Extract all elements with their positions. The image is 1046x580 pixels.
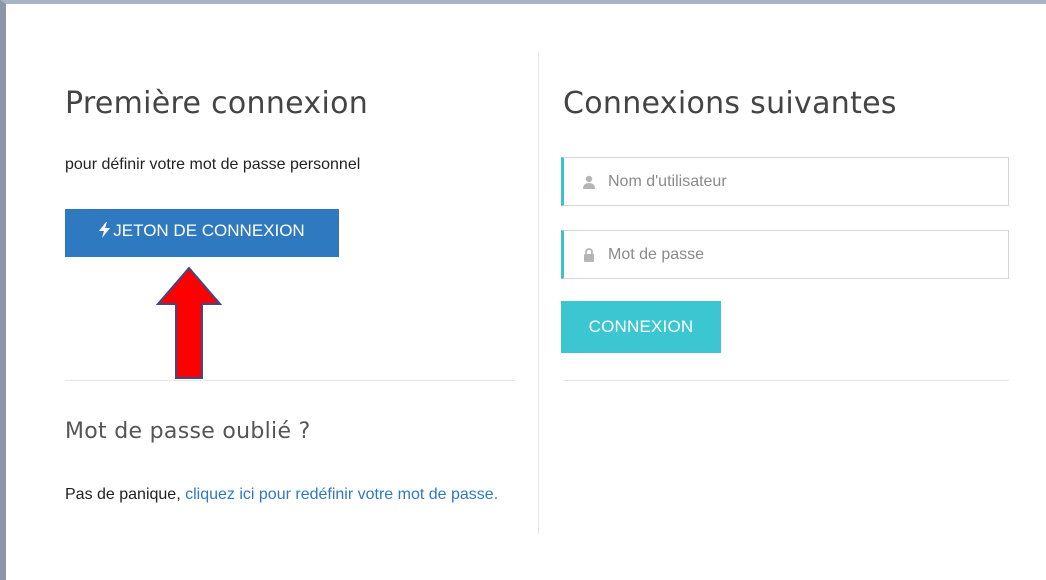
forgot-password-title: Mot de passe oublié ?	[65, 419, 311, 444]
login-page: Première connexion pour définir votre mo…	[0, 0, 1046, 580]
password-field[interactable]	[561, 230, 1009, 279]
forgot-password-prefix: Pas de panique,	[65, 486, 186, 503]
red-up-arrow-annotation	[156, 266, 222, 379]
first-login-subtitle: pour définir votre mot de passe personne…	[65, 156, 361, 173]
next-logins-title: Connexions suivantes	[563, 86, 897, 121]
reset-password-link[interactable]: cliquez ici pour redéfinir votre mot de …	[185, 486, 498, 503]
login-token-label: JETON DE CONNEXION	[113, 221, 305, 240]
lock-icon	[582, 247, 596, 262]
right-divider	[563, 380, 1009, 381]
user-icon	[582, 175, 596, 189]
login-token-button[interactable]: JETON DE CONNEXION	[65, 209, 339, 257]
username-field[interactable]	[561, 157, 1009, 206]
bolt-icon	[99, 221, 111, 241]
left-divider	[65, 380, 515, 381]
forgot-password-text: Pas de panique, cliquez ici pour redéfin…	[65, 482, 525, 508]
username-input[interactable]	[606, 171, 990, 192]
first-login-title: Première connexion	[65, 86, 369, 121]
password-input[interactable]	[606, 244, 990, 265]
login-button[interactable]: CONNEXION	[561, 301, 721, 353]
column-divider	[538, 52, 539, 534]
